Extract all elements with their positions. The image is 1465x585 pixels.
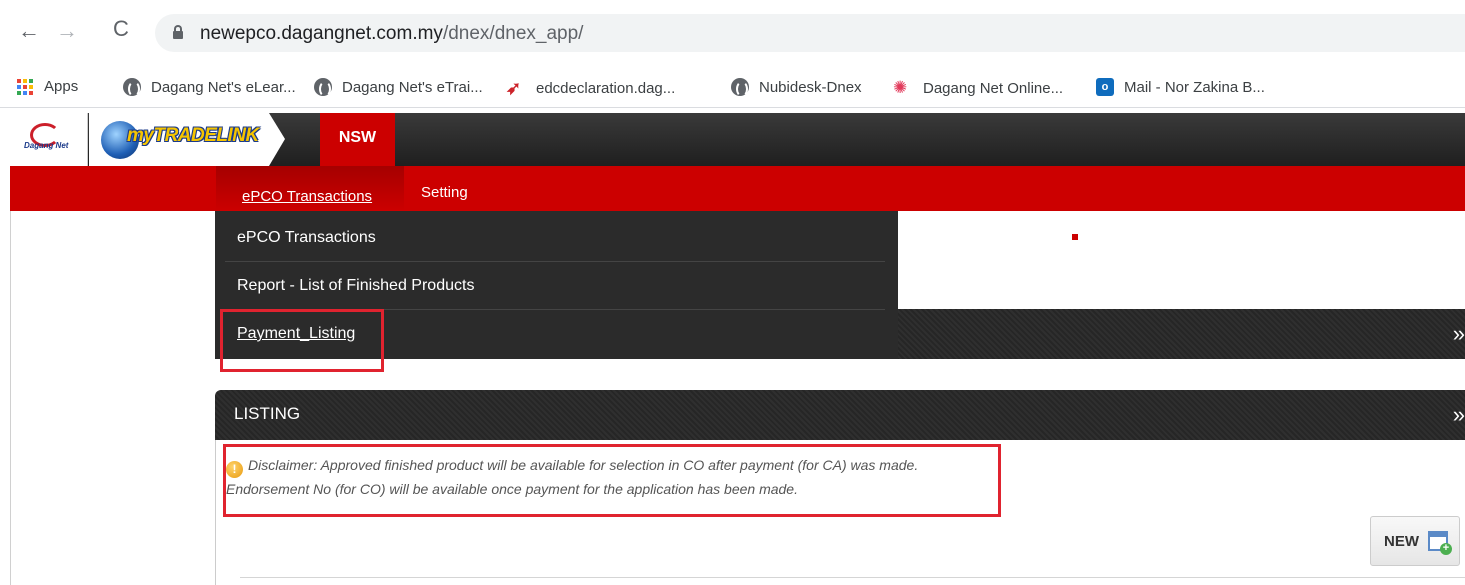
dropdown-item-epco-transactions[interactable]: ePCO Transactions [237, 229, 376, 247]
divider [240, 577, 1465, 578]
bookmark-label: Dagang Net's eLear... [151, 78, 296, 96]
bookmark-dagangnet-online[interactable]: ✺ Dagang Net Online... [893, 78, 1063, 98]
decorative-dot [1072, 234, 1078, 240]
bookmarks-bar: Apps Dagang Net's eLear... Dagang Net's … [0, 68, 1465, 108]
bookmark-elearning[interactable]: Dagang Net's eLear... [123, 78, 296, 97]
menu-label: ePCO Transactions [242, 188, 373, 205]
chevron-double-down-icon[interactable]: » [1453, 321, 1465, 347]
bookmark-label: edcdeclaration.dag... [536, 80, 676, 97]
forward-arrow-icon[interactable]: → [56, 20, 78, 42]
apps-grid-icon [17, 78, 33, 95]
url-text: newepco.dagangnet.com.my/dnex/dnex_app/ [200, 23, 584, 44]
divider [225, 261, 885, 262]
edc-icon: ➶ [506, 78, 522, 98]
highlight-box-payment-listing [220, 309, 384, 372]
page-left-border [10, 211, 11, 585]
bookmark-edcdeclaration[interactable]: ➶ edcdeclaration.dag... [506, 78, 675, 99]
bookmark-label: Nubidesk-Dnex [759, 78, 862, 96]
bookmark-etraining[interactable]: Dagang Net's eTrai... [314, 78, 483, 97]
bookmark-label: Dagang Net's eTrai... [342, 78, 483, 96]
pinwheel-icon: ✺ [893, 78, 908, 97]
browser-toolbar: ← → C newepco.dagangnet.com.my/dnex/dnex… [0, 0, 1465, 68]
tab-nsw[interactable]: NSW [320, 113, 395, 166]
bookmark-label: Dagang Net Online... [923, 79, 1064, 97]
bookmark-nubidesk[interactable]: Nubidesk-Dnex [731, 78, 862, 97]
bookmark-mail[interactable]: o Mail - Nor Zakina B... [1096, 78, 1265, 96]
main-menu: ePCO Transactions Setting [10, 166, 1465, 211]
globe-icon [314, 78, 332, 97]
chevron-double-down-icon[interactable]: » [1453, 402, 1465, 428]
new-button[interactable]: NEW + [1370, 516, 1460, 566]
highlight-box-disclaimer [223, 444, 1001, 517]
menu-epco-transactions[interactable]: ePCO Transactions [216, 166, 404, 211]
outlook-icon: o [1096, 78, 1114, 96]
add-document-icon: + [1428, 531, 1452, 555]
bookmark-label: Apps [44, 78, 79, 95]
app-header: Dagang Net myTRADELINK NSW [10, 113, 1465, 166]
address-bar[interactable]: newepco.dagangnet.com.my/dnex/dnex_app/ [155, 14, 1465, 52]
menu-setting[interactable]: Setting [421, 184, 468, 201]
dagangnet-logo[interactable]: Dagang Net [10, 113, 88, 166]
back-arrow-icon[interactable]: ← [18, 20, 40, 42]
bookmark-apps[interactable]: Apps [17, 78, 78, 95]
new-button-label: NEW [1384, 533, 1419, 550]
listing-title: LISTING [234, 404, 301, 423]
listing-panel-header[interactable]: LISTING » [215, 390, 1465, 440]
bookmark-label: Mail - Nor Zakina B... [1124, 78, 1265, 96]
reload-icon[interactable]: C [113, 18, 129, 40]
lock-icon [173, 25, 183, 39]
dropdown-item-report-finished-products[interactable]: Report - List of Finished Products [237, 277, 474, 295]
globe-icon [731, 78, 749, 97]
globe-icon [123, 78, 141, 97]
mytradelink-logo[interactable]: myTRADELINK [89, 113, 285, 166]
